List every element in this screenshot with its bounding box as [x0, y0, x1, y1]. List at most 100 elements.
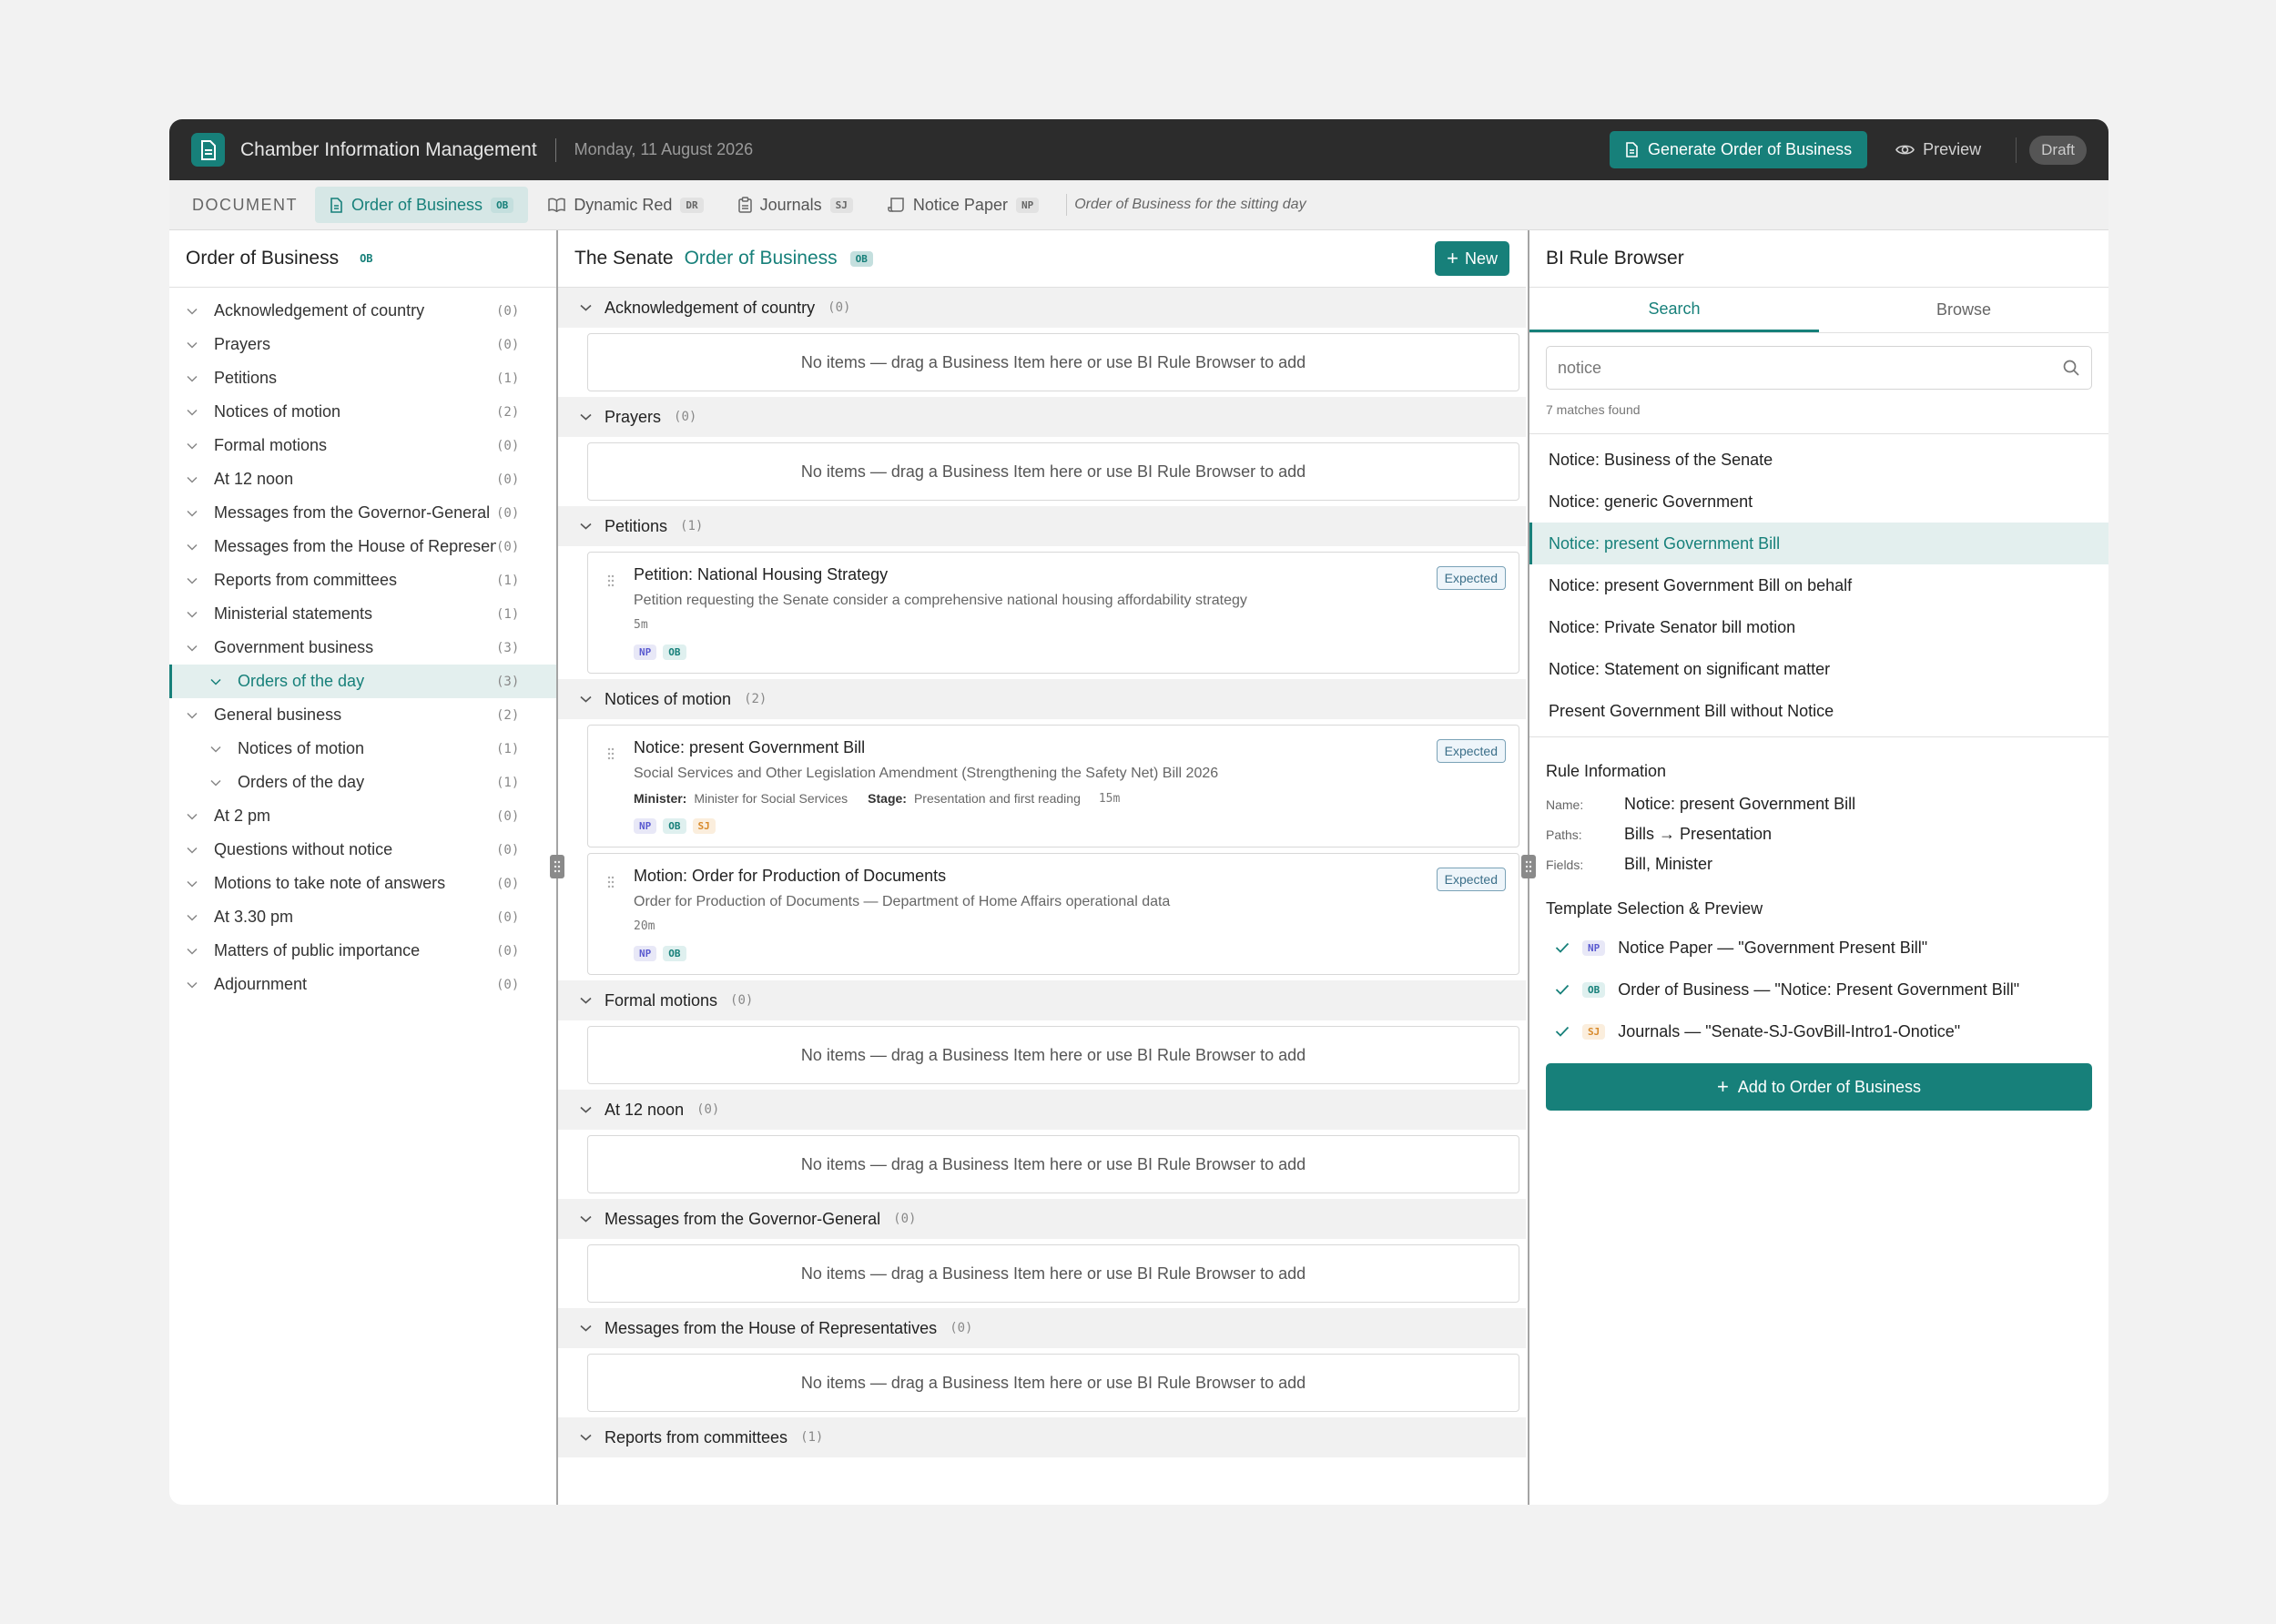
business-item-card[interactable]: Notice: present Government Bill Social Se…: [587, 725, 1519, 848]
template-label: Journals — "Senate-SJ-GovBill-Intro1-Ono…: [1618, 1021, 1961, 1040]
outline-item[interactable]: Matters of public importance (0): [169, 934, 556, 968]
code-badge: OB: [849, 250, 873, 267]
section-header[interactable]: At 12 noon (0): [558, 1090, 1526, 1130]
chevron-down-icon[interactable]: [182, 914, 202, 921]
tab-browse[interactable]: Browse: [1819, 288, 2108, 332]
search-result-item[interactable]: Notice: Statement on significant matter: [1529, 648, 2108, 690]
chevron-down-icon[interactable]: [206, 746, 226, 753]
chevron-down-icon[interactable]: [182, 712, 202, 719]
chevron-down-icon[interactable]: [206, 779, 226, 787]
status-badge: Expected: [1436, 868, 1506, 891]
empty-dropzone[interactable]: No items — drag a Business Item here or …: [587, 1026, 1519, 1084]
generate-order-button[interactable]: Generate Order of Business: [1610, 131, 1868, 168]
empty-dropzone[interactable]: No items — drag a Business Item here or …: [587, 1135, 1519, 1193]
outline-item[interactable]: Messages from the Governor-General (0): [169, 496, 556, 530]
tab-journals[interactable]: Journals SJ: [724, 187, 868, 223]
outline-item[interactable]: Adjournment (0): [169, 968, 556, 1001]
empty-dropzone[interactable]: No items — drag a Business Item here or …: [587, 442, 1519, 501]
chevron-down-icon[interactable]: [580, 1434, 592, 1441]
chevron-down-icon[interactable]: [182, 948, 202, 955]
outline-item[interactable]: At 3.30 pm (0): [169, 900, 556, 934]
empty-dropzone[interactable]: No items — drag a Business Item here or …: [587, 1244, 1519, 1303]
chevron-down-icon[interactable]: [182, 409, 202, 416]
chevron-down-icon[interactable]: [580, 1106, 592, 1113]
chevron-down-icon[interactable]: [182, 341, 202, 349]
chevron-down-icon[interactable]: [580, 1215, 592, 1223]
outline-item[interactable]: Orders of the day (3): [169, 665, 556, 698]
outline-item[interactable]: Questions without notice (0): [169, 833, 556, 867]
preview-button[interactable]: Preview: [1895, 140, 1981, 159]
chevron-down-icon[interactable]: [580, 304, 592, 311]
section-header[interactable]: Petitions (1): [558, 506, 1526, 546]
search-result-item[interactable]: Notice: generic Government: [1529, 481, 2108, 523]
chevron-down-icon[interactable]: [206, 678, 226, 685]
chevron-down-icon[interactable]: [182, 510, 202, 517]
chevron-down-icon[interactable]: [182, 813, 202, 820]
outline-item[interactable]: Acknowledgement of country (0): [169, 294, 556, 328]
chevron-down-icon[interactable]: [182, 847, 202, 854]
tab-order-of-business[interactable]: Order of Business OB: [315, 187, 529, 223]
outline-item[interactable]: At 12 noon (0): [169, 462, 556, 496]
outline-item[interactable]: General business (2): [169, 698, 556, 732]
card-title: Motion: Order for Production of Document…: [634, 867, 947, 885]
drag-handle-icon[interactable]: [607, 876, 615, 893]
section-header[interactable]: Acknowledgement of country (0): [558, 288, 1526, 328]
outline-item[interactable]: At 2 pm (0): [169, 799, 556, 833]
new-button[interactable]: + New: [1435, 241, 1509, 276]
drag-handle-icon[interactable]: [607, 574, 615, 592]
search-result-item[interactable]: Notice: present Government Bill on behal…: [1529, 564, 2108, 606]
chevron-down-icon[interactable]: [580, 523, 592, 530]
search-input[interactable]: [1558, 358, 2062, 378]
chevron-down-icon[interactable]: [182, 880, 202, 888]
tab-search[interactable]: Search: [1529, 288, 1819, 332]
outline-item[interactable]: Petitions (1): [169, 361, 556, 395]
section-header[interactable]: Messages from the House of Representativ…: [558, 1308, 1526, 1348]
card-title: Notice: present Government Bill: [634, 738, 866, 756]
section-count: (0): [674, 410, 697, 424]
search-result-item[interactable]: Notice: present Government Bill: [1529, 523, 2108, 564]
add-to-order-button[interactable]: + Add to Order of Business: [1546, 1063, 2092, 1111]
outline-item[interactable]: Ministerial statements (1): [169, 597, 556, 631]
drag-handle-icon[interactable]: [607, 747, 615, 765]
chevron-down-icon[interactable]: [580, 997, 592, 1004]
outline-item[interactable]: Notices of motion (2): [169, 395, 556, 429]
chevron-down-icon[interactable]: [182, 476, 202, 483]
outline-item[interactable]: Messages from the House of Representativ…: [169, 530, 556, 563]
outline-item[interactable]: Reports from committees (1): [169, 563, 556, 597]
outline-item[interactable]: Formal motions (0): [169, 429, 556, 462]
outline-item[interactable]: Motions to take note of answers (0): [169, 867, 556, 900]
section-header[interactable]: Reports from committees (1): [558, 1417, 1526, 1457]
business-item-card[interactable]: Petition: National Housing Strategy Petit…: [587, 552, 1519, 674]
chevron-down-icon[interactable]: [182, 442, 202, 450]
template-option[interactable]: SJ Journals — "Senate-SJ-GovBill-Intro1-O…: [1546, 1010, 2092, 1052]
template-option[interactable]: OB Order of Business — "Notice: Present G…: [1546, 969, 2092, 1010]
chevron-down-icon[interactable]: [182, 981, 202, 989]
section-header[interactable]: Messages from the Governor-General (0): [558, 1199, 1526, 1239]
empty-dropzone[interactable]: No items — drag a Business Item here or …: [587, 333, 1519, 391]
empty-dropzone[interactable]: No items — drag a Business Item here or …: [587, 1354, 1519, 1412]
chevron-down-icon[interactable]: [182, 645, 202, 652]
search-result-item[interactable]: Present Government Bill without Notice: [1529, 690, 2108, 732]
outline-item[interactable]: Prayers (0): [169, 328, 556, 361]
chevron-down-icon[interactable]: [182, 577, 202, 584]
outline-item[interactable]: Notices of motion (1): [169, 732, 556, 766]
search-result-item[interactable]: Notice: Business of the Senate: [1529, 439, 2108, 481]
outline-item[interactable]: Government business (3): [169, 631, 556, 665]
chevron-down-icon[interactable]: [580, 1325, 592, 1332]
search-icon[interactable]: [2062, 359, 2080, 377]
section-header[interactable]: Prayers (0): [558, 397, 1526, 437]
template-option[interactable]: NP Notice Paper — "Government Present Bil…: [1546, 927, 2092, 969]
chevron-down-icon[interactable]: [182, 543, 202, 551]
section-header[interactable]: Formal motions (0): [558, 980, 1526, 1020]
chevron-down-icon[interactable]: [580, 413, 592, 421]
section-header[interactable]: Notices of motion (2): [558, 679, 1526, 719]
chevron-down-icon[interactable]: [580, 695, 592, 703]
tab-dynamic-red[interactable]: Dynamic Red DR: [533, 187, 717, 223]
tab-notice-paper[interactable]: Notice Paper NP: [873, 187, 1053, 223]
outline-item[interactable]: Orders of the day (1): [169, 766, 556, 799]
search-result-item[interactable]: Notice: Private Senator bill motion: [1529, 606, 2108, 648]
chevron-down-icon[interactable]: [182, 375, 202, 382]
chevron-down-icon[interactable]: [182, 611, 202, 618]
business-item-card[interactable]: Motion: Order for Production of Document…: [587, 853, 1519, 975]
chevron-down-icon[interactable]: [182, 308, 202, 315]
